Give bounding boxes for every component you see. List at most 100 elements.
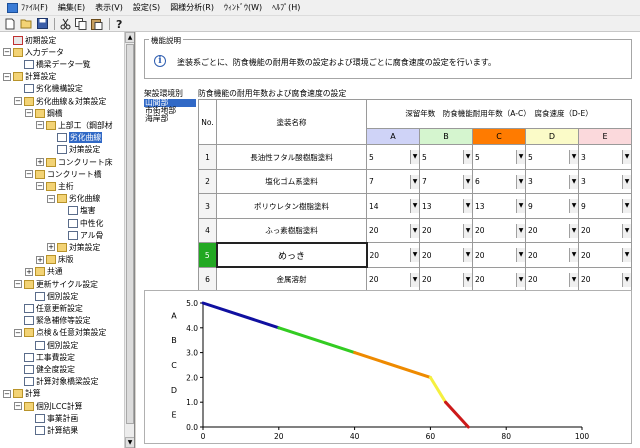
tree-item[interactable]: アル骨 <box>58 229 103 241</box>
coating-name[interactable]: ポリウレタン樹脂塗料 <box>216 193 367 219</box>
tree-item[interactable]: − 更新サイクル設定 <box>14 278 98 290</box>
scroll-thumb[interactable] <box>126 44 134 424</box>
value-dropdown[interactable]: 20 ▼ <box>474 248 525 263</box>
value-dropdown[interactable]: 20 ▼ <box>421 248 472 263</box>
new-file-icon[interactable] <box>3 17 17 31</box>
tree-item[interactable]: 計算対象橋梁設定 <box>14 376 98 388</box>
collapse-icon[interactable]: − <box>3 389 11 398</box>
dropdown-arrow-icon[interactable]: ▼ <box>622 174 631 189</box>
tree-item[interactable]: − 計算設定 <box>3 71 56 83</box>
dropdown-arrow-icon[interactable]: ▼ <box>569 223 578 238</box>
row-number[interactable]: 6 <box>198 266 217 293</box>
row-number[interactable]: 3 <box>198 193 217 219</box>
expand-icon[interactable]: + <box>36 255 44 264</box>
dropdown-arrow-icon[interactable]: ▼ <box>622 223 631 238</box>
value-dropdown[interactable]: 13 ▼ <box>474 199 525 214</box>
coating-name[interactable]: 金属溶射 <box>216 266 367 293</box>
collapse-icon[interactable]: − <box>14 328 22 337</box>
dropdown-arrow-icon[interactable]: ▼ <box>516 174 525 189</box>
tree-item[interactable]: − 劣化曲線＆対策設定 <box>14 95 106 107</box>
dropdown-arrow-icon[interactable]: ▼ <box>516 223 525 238</box>
dropdown-arrow-icon[interactable]: ▼ <box>569 174 578 189</box>
tree-scrollbar[interactable]: ▲ ▼ <box>124 32 134 448</box>
value-dropdown[interactable]: 5 ▼ <box>474 150 525 165</box>
dropdown-arrow-icon[interactable]: ▼ <box>410 199 419 214</box>
tree-item[interactable]: − 入力データ <box>3 46 64 58</box>
copy-icon[interactable] <box>74 17 88 31</box>
dropdown-arrow-icon[interactable]: ▼ <box>463 174 472 189</box>
value-dropdown[interactable]: 5 ▼ <box>421 150 472 165</box>
coating-name[interactable]: 長油性フタル酸樹脂塗料 <box>216 144 367 170</box>
dropdown-arrow-icon[interactable]: ▼ <box>463 199 472 214</box>
value-dropdown[interactable]: 20 ▼ <box>580 272 631 287</box>
tree-item[interactable]: + 対策設定 <box>47 241 100 253</box>
tree-item[interactable]: − 鋼橋 <box>25 107 63 119</box>
row-number[interactable]: 4 <box>198 217 217 244</box>
paste-icon[interactable] <box>90 17 104 31</box>
value-dropdown[interactable]: 14 ▼ <box>368 199 419 214</box>
tree-item[interactable]: 工事費設定 <box>14 351 75 363</box>
collapse-icon[interactable]: − <box>14 97 22 106</box>
collapse-icon[interactable]: − <box>14 280 22 289</box>
value-dropdown[interactable]: 5 ▼ <box>527 150 578 165</box>
tree-item[interactable]: 劣化曲線 <box>47 132 103 144</box>
value-dropdown[interactable]: 20 ▼ <box>580 223 631 238</box>
tree-item[interactable]: 初期設定 <box>3 34 56 46</box>
tree-item[interactable]: 劣化機構設定 <box>14 83 83 95</box>
dropdown-arrow-icon[interactable]: ▼ <box>516 150 525 165</box>
value-dropdown[interactable]: 7 ▼ <box>368 174 419 189</box>
value-dropdown[interactable]: 20 ▼ <box>527 272 578 287</box>
menu-item-3[interactable]: 設定(S) <box>128 0 165 16</box>
value-dropdown[interactable]: 5 ▼ <box>368 150 419 165</box>
cut-icon[interactable] <box>58 17 72 31</box>
tree-item[interactable]: − コンクリート橋 <box>25 168 102 180</box>
scroll-down-arrow-icon[interactable]: ▼ <box>125 437 134 448</box>
collapse-icon[interactable]: − <box>47 194 55 203</box>
value-dropdown[interactable]: 9 ▼ <box>580 199 631 214</box>
value-dropdown[interactable]: 3 ▼ <box>580 150 631 165</box>
value-dropdown[interactable]: 20 ▼ <box>580 248 631 263</box>
tree-item[interactable]: − 点検＆任意対策設定 <box>14 327 106 339</box>
coating-name[interactable]: 塩化ゴム系塗料 <box>216 168 367 195</box>
value-dropdown[interactable]: 7 ▼ <box>421 174 472 189</box>
tree-item[interactable]: 塩害 <box>58 205 96 217</box>
tree-item[interactable]: − 主桁 <box>36 180 74 192</box>
menu-item-5[interactable]: ｳｨﾝﾄﾞｳ(W) <box>219 0 267 16</box>
collapse-icon[interactable]: − <box>14 402 22 411</box>
dropdown-arrow-icon[interactable]: ▼ <box>569 199 578 214</box>
value-dropdown[interactable]: 20 ▼ <box>527 248 578 263</box>
open-folder-icon[interactable] <box>19 17 33 31</box>
coating-name[interactable]: めっき <box>215 241 368 269</box>
value-dropdown[interactable]: 20 ▼ <box>527 223 578 238</box>
collapse-icon[interactable]: − <box>3 48 11 57</box>
row-number[interactable]: 5 <box>198 242 217 268</box>
environment-item[interactable]: 海岸部 <box>144 114 196 123</box>
tree-item[interactable]: − 計算 <box>3 388 41 400</box>
dropdown-arrow-icon[interactable]: ▼ <box>569 248 578 263</box>
menu-item-0[interactable]: ﾌｧｲﾙ(F) <box>2 0 53 16</box>
tree-item[interactable]: 任意更新設定 <box>14 302 83 314</box>
help-icon[interactable]: ? <box>113 17 127 31</box>
tree-item[interactable]: 対策設定 <box>47 144 100 156</box>
dropdown-arrow-icon[interactable]: ▼ <box>410 272 419 287</box>
value-dropdown[interactable]: 3 ▼ <box>527 174 578 189</box>
dropdown-arrow-icon[interactable]: ▼ <box>410 150 419 165</box>
value-dropdown[interactable]: 3 ▼ <box>580 174 631 189</box>
collapse-icon[interactable]: − <box>3 72 11 81</box>
value-dropdown[interactable]: 13 ▼ <box>421 199 472 214</box>
dropdown-arrow-icon[interactable]: ▼ <box>622 272 631 287</box>
value-dropdown[interactable]: 6 ▼ <box>474 174 525 189</box>
row-number[interactable]: 2 <box>198 168 217 195</box>
menu-item-1[interactable]: 編集(E) <box>53 0 90 16</box>
tree-item[interactable]: 中性化 <box>58 217 103 229</box>
value-dropdown[interactable]: 9 ▼ <box>527 199 578 214</box>
menu-item-4[interactable]: 図様分析(R) <box>165 0 219 16</box>
expand-icon[interactable]: + <box>47 243 55 252</box>
save-icon[interactable] <box>35 17 49 31</box>
value-dropdown[interactable]: 20 ▼ <box>368 272 419 287</box>
tree-item[interactable]: 事業計画 <box>25 412 78 424</box>
value-dropdown[interactable]: 20 ▼ <box>421 272 472 287</box>
dropdown-arrow-icon[interactable]: ▼ <box>569 272 578 287</box>
value-dropdown[interactable]: 20 ▼ <box>421 223 472 238</box>
dropdown-arrow-icon[interactable]: ▼ <box>622 150 631 165</box>
